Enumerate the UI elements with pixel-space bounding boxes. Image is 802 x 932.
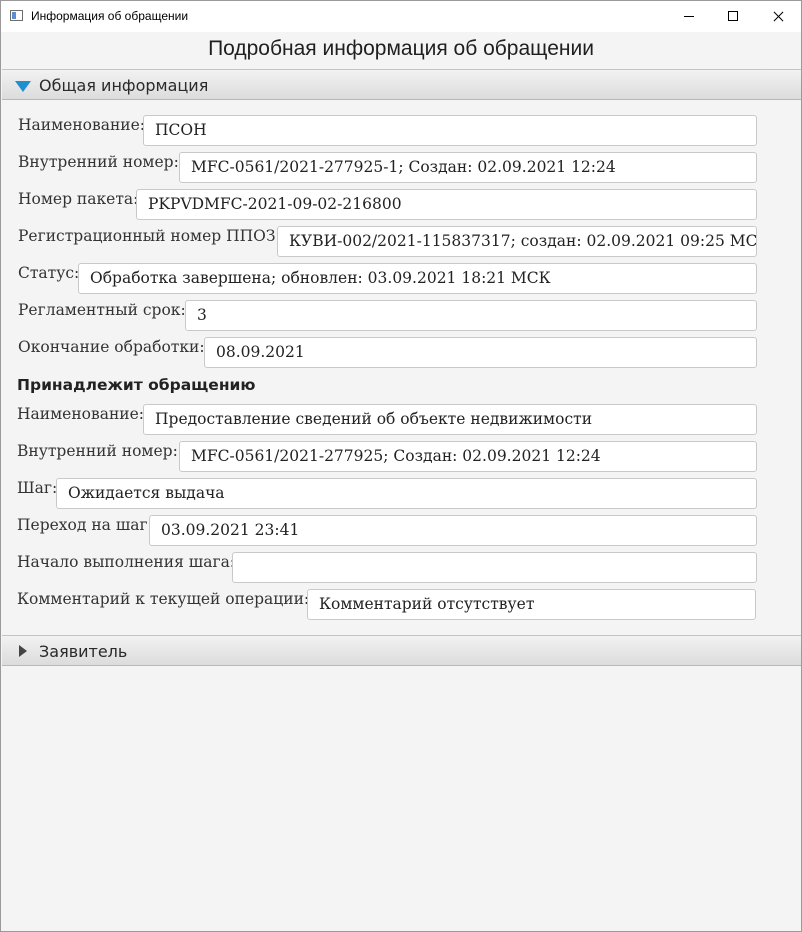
section-header-general[interactable]: Общая информация: [2, 69, 801, 100]
comment-field[interactable]: Комментарий отсутствует: [307, 589, 756, 620]
status-label: Статус:: [18, 264, 80, 282]
internal-number-label: Внутренний номер:: [18, 153, 179, 171]
internal-number-field[interactable]: MFC-0561/2021-277925-1; Создан: 02.09.20…: [179, 152, 757, 183]
name-label: Наименование:: [18, 116, 146, 134]
status-field[interactable]: Обработка завершена; обновлен: 03.09.202…: [78, 263, 757, 294]
section-label-applicant: Заявитель: [39, 642, 128, 661]
expand-right-icon[interactable]: [19, 645, 27, 657]
page-title: Подробная информация об обращении: [208, 37, 594, 60]
reg-number-label: Регистрационный номер ППОЗ:: [18, 227, 281, 245]
minimize-button[interactable]: [665, 1, 711, 32]
title-bar[interactable]: Информация об обращении: [1, 1, 801, 32]
step-transition-label: Переход на шаг:: [17, 516, 153, 534]
step-start-label: Начало выполнения шага:: [17, 553, 236, 571]
deadline-label: Регламентный срок:: [18, 301, 186, 319]
maximize-button[interactable]: [710, 1, 756, 32]
end-processing-field[interactable]: 08.09.2021: [204, 337, 757, 368]
close-button[interactable]: [756, 1, 801, 32]
window: Информация об обращении Подробная информ…: [0, 0, 802, 932]
package-number-field[interactable]: PKPVDMFC-2021-09-02-216800: [136, 189, 757, 220]
parent-internal-number-label: Внутренний номер:: [17, 442, 178, 460]
deadline-field[interactable]: 3: [185, 300, 757, 331]
app-window-icon: [10, 10, 23, 21]
step-start-field[interactable]: [232, 552, 757, 583]
section-label-general: Общая информация: [39, 76, 209, 95]
comment-label: Комментарий к текущей операции:: [17, 590, 310, 608]
parent-name-label: Наименование:: [17, 405, 145, 423]
package-number-label: Номер пакета:: [18, 190, 139, 208]
section-header-applicant[interactable]: Заявитель: [2, 635, 801, 666]
step-transition-field[interactable]: 03.09.2021 23:41: [149, 515, 757, 546]
expand-down-icon[interactable]: [15, 81, 31, 92]
parent-name-field[interactable]: Предоставление сведений об объекте недви…: [143, 404, 757, 435]
step-label: Шаг:: [17, 479, 58, 497]
step-field[interactable]: Ожидается выдача: [56, 478, 757, 509]
parent-internal-number-field[interactable]: MFC-0561/2021-277925; Создан: 02.09.2021…: [179, 441, 757, 472]
reg-number-field[interactable]: КУВИ-002/2021-115837317; создан: 02.09.2…: [277, 226, 757, 257]
parent-group-title: Принадлежит обращению: [17, 376, 256, 394]
end-processing-label: Окончание обработки:: [18, 338, 205, 356]
name-field[interactable]: ПСОН: [143, 115, 757, 146]
window-title: Информация об обращении: [31, 9, 189, 23]
